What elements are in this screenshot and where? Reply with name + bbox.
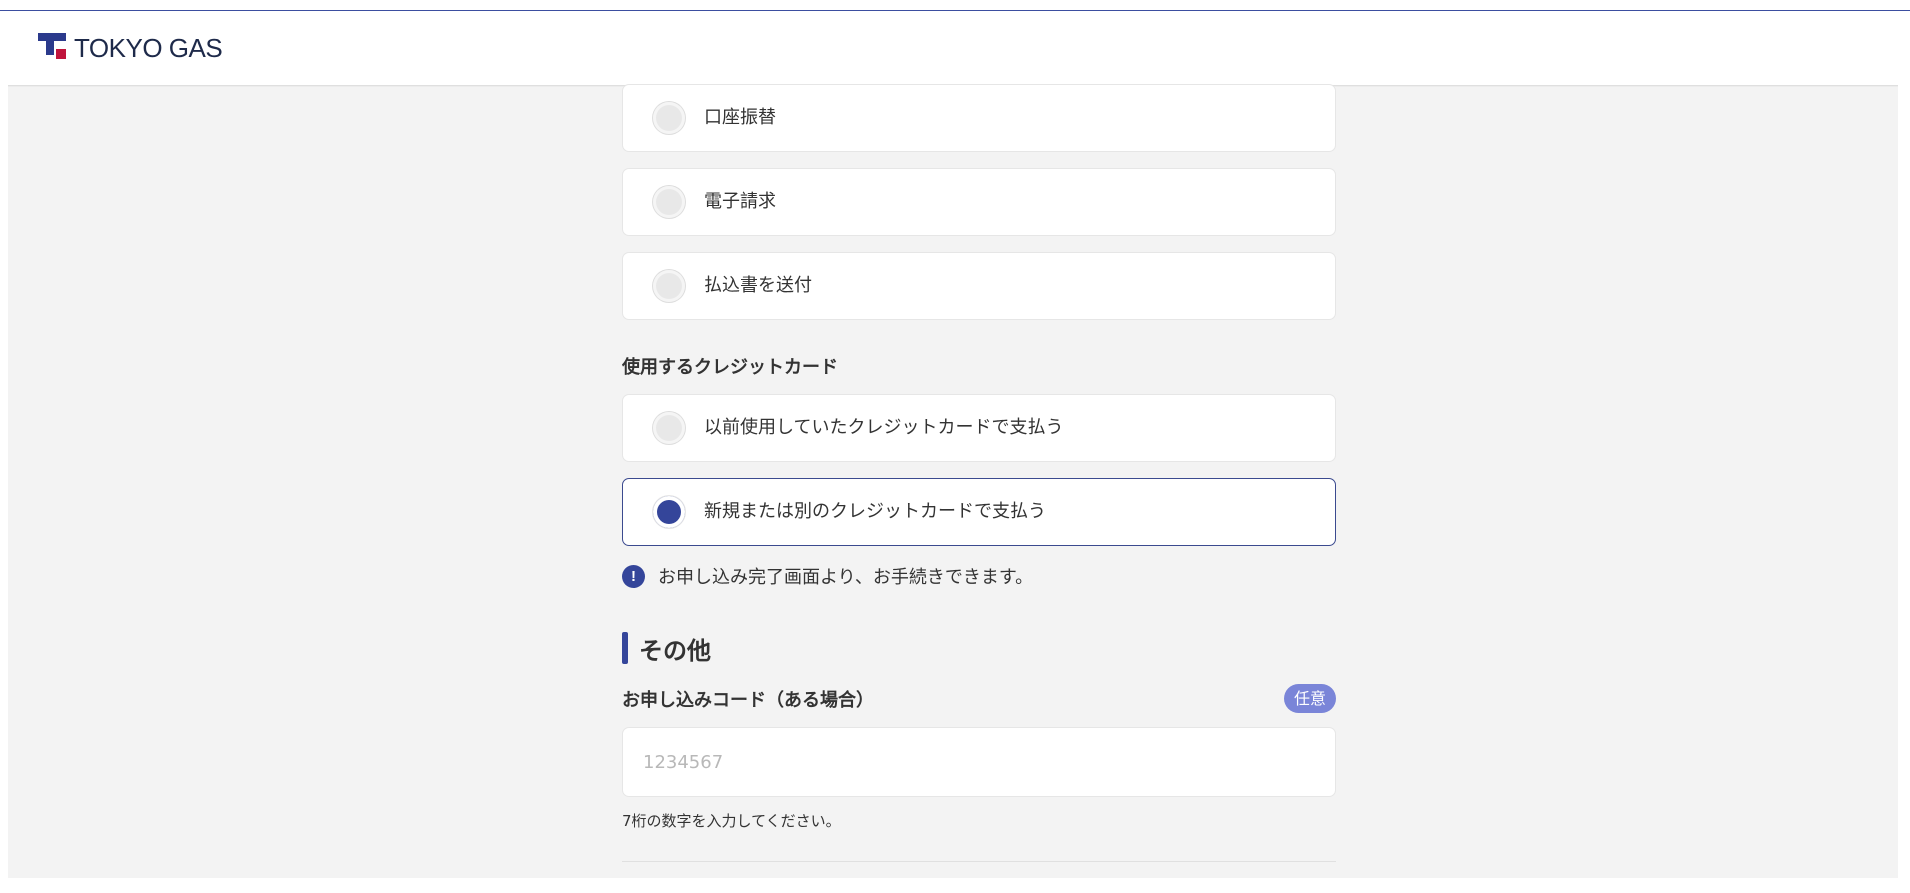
radio-option-label: 払込書を送付 [704,275,812,296]
radio-button[interactable] [653,270,685,302]
radio-button[interactable] [653,412,685,444]
radio-button-checked[interactable] [653,496,685,528]
radio-option-label: 口座振替 [704,107,776,128]
application-code-label: お申し込みコード（ある場合） [622,690,874,711]
radio-option-previous-card[interactable]: 以前使用していたクレジットカードで支払う [622,394,1336,462]
radio-option-label: 以前使用していたクレジットカードで支払う [704,417,1064,438]
brand-name: TOKYO GAS [74,33,223,63]
radio-option-payment-slip[interactable]: 払込書を送付 [622,252,1336,320]
application-code-help: 7桁の数字を入力してください。 [622,812,841,830]
brand-logo[interactable]: TOKYO GAS [38,33,223,63]
site-header: TOKYO GAS [0,11,1910,85]
radio-option-electronic-billing[interactable]: 電子請求 [622,168,1336,236]
optional-badge: 任意 [1284,684,1336,713]
tokyo-gas-logo-icon [38,33,68,63]
notice-text: お申し込み完了画面より、お手続きできます。 [658,567,1034,588]
radio-button[interactable] [653,102,685,134]
section-divider [622,861,1336,862]
credit-card-label: 使用するクレジットカード [622,357,838,378]
radio-button[interactable] [653,186,685,218]
radio-option-label: 電子請求 [704,191,776,212]
exclamation-circle-icon: ! [622,564,645,588]
credit-card-notice: ! お申し込み完了画面より、お手続きできます。 [622,563,1033,589]
radio-option-label: 新規または別のクレジットカードで支払う [704,501,1046,522]
section-accent-bar [622,632,628,664]
application-code-input[interactable] [622,727,1336,797]
section-heading-other: その他 [622,632,711,665]
section-title: その他 [639,636,711,665]
radio-option-bank-transfer[interactable]: 口座振替 [622,84,1336,152]
radio-option-new-card[interactable]: 新規または別のクレジットカードで支払う [622,478,1336,546]
